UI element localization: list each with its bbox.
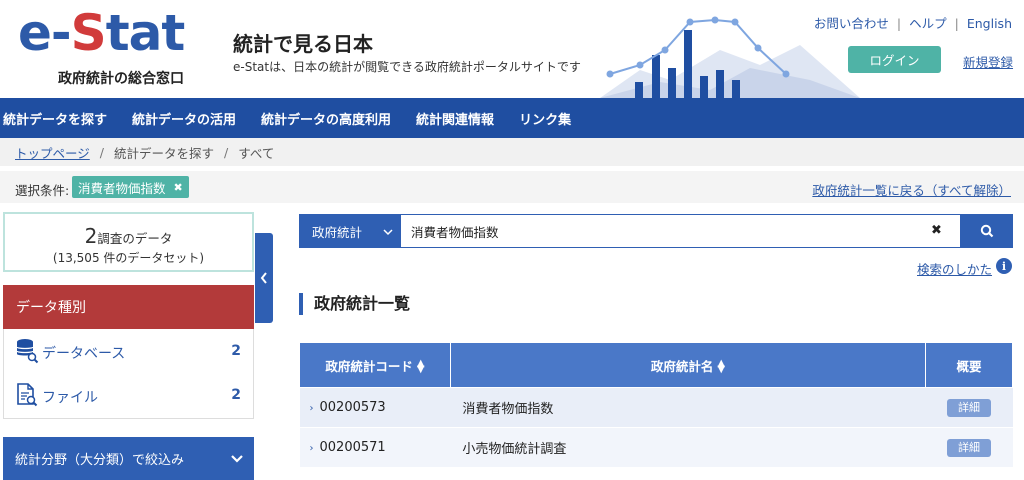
breadcrumb: トップページ / 統計データを探す / すべて xyxy=(0,138,1024,166)
logo-subtitle: 政府統計の総合窓口 xyxy=(58,71,184,87)
nav-item-related-info[interactable]: 統計関連情報 xyxy=(416,109,494,128)
search-howto-link[interactable]: 検索のしかた xyxy=(917,259,992,278)
condition-tag: 消費者物価指数 ✖ xyxy=(72,176,189,198)
field-filter-accordion[interactable]: 統計分野（大分類）で絞込み xyxy=(3,437,254,480)
site-title: 統計で見る日本 xyxy=(233,32,373,56)
detail-button[interactable]: 詳細 xyxy=(947,438,992,457)
condition-tag-label: 消費者物価指数 xyxy=(78,180,166,196)
expand-row-icon[interactable]: › xyxy=(310,443,314,454)
result-summary: 2調査のデータ (13,505 件のデータセット) xyxy=(3,212,254,272)
data-type-label: ファイル xyxy=(42,390,98,406)
column-header-summary: 概要 xyxy=(925,342,1013,388)
login-button[interactable]: ログイン xyxy=(848,46,941,73)
column-header-code[interactable]: 政府統計コード ▲ ▼ xyxy=(299,342,451,388)
search-category-select[interactable]: 政府統計 xyxy=(300,215,401,247)
database-icon xyxy=(16,339,39,364)
data-type-count: 2 xyxy=(231,343,241,359)
dataset-count: (13,505 件のデータセット) xyxy=(52,251,205,265)
help-link[interactable]: ヘルプ xyxy=(909,16,947,31)
selected-conditions-bar: 選択条件: 消費者物価指数 ✖ 政府統計一覧に戻る（すべて解除） xyxy=(0,171,1024,203)
breadcrumb-current: すべて xyxy=(238,145,275,161)
file-icon xyxy=(17,383,38,407)
search-bar: 政府統計 ✖ xyxy=(299,214,1013,248)
chevron-down-icon xyxy=(231,455,243,463)
table-row[interactable]: › 00200573 消費者物価指数 詳細 xyxy=(299,387,1013,428)
column-header-name[interactable]: 政府統計名 ▲ ▼ xyxy=(449,342,927,388)
nav-item-advanced-use[interactable]: 統計データの高度利用 xyxy=(261,109,391,128)
table-row[interactable]: › 00200571 小売物価統計調査 詳細 xyxy=(299,427,1013,468)
search-category-value: 政府統計 xyxy=(312,224,363,240)
main-nav: 統計データを探す 統計データの活用 統計データの高度利用 統計関連情報 リンク集 xyxy=(0,98,1024,138)
register-link[interactable]: 新規登録 xyxy=(963,52,1013,71)
stat-name[interactable]: 小売物価統計調査 xyxy=(450,427,926,468)
expand-row-icon[interactable]: › xyxy=(310,403,314,414)
site-header: e-Stat 政府統計の総合窓口 統計で見る日本 e-Statは、日本の統計が閲… xyxy=(0,0,1024,98)
conditions-label: 選択条件: xyxy=(15,183,70,198)
stat-name[interactable]: 消費者物価指数 xyxy=(450,387,926,428)
clear-search-icon[interactable]: ✖ xyxy=(931,223,942,238)
stat-code: 00200571 xyxy=(319,440,386,455)
estat-logo[interactable]: e-Stat xyxy=(18,4,185,62)
search-button[interactable] xyxy=(960,215,1013,247)
link-separator: | xyxy=(954,16,959,31)
chevron-left-icon xyxy=(260,272,267,284)
nav-item-search-data[interactable]: 統計データを探す xyxy=(3,109,107,128)
field-filter-label: 統計分野（大分類）で絞込み xyxy=(15,453,185,468)
collapse-sidebar-button[interactable] xyxy=(255,233,273,323)
chevron-down-icon xyxy=(383,229,393,236)
breadcrumb-search: 統計データを探す xyxy=(113,145,214,161)
info-icon[interactable]: i xyxy=(996,258,1012,274)
sort-icon: ▲ ▼ xyxy=(416,358,425,375)
data-type-list: データベース 2 ファイル 2 xyxy=(3,329,254,419)
english-link[interactable]: English xyxy=(967,16,1012,31)
sort-icon: ▲ ▼ xyxy=(717,358,726,375)
data-type-label: データベース xyxy=(42,346,126,362)
data-type-file[interactable]: ファイル 2 xyxy=(4,373,253,417)
stat-code: 00200573 xyxy=(319,400,386,415)
breadcrumb-separator: / xyxy=(99,144,104,160)
search-icon xyxy=(980,224,993,238)
link-separator: | xyxy=(896,16,902,31)
top-links: お問い合わせ | ヘルプ | English xyxy=(814,13,1012,32)
section-title: 政府統計一覧 xyxy=(299,293,410,315)
contact-link[interactable]: お問い合わせ xyxy=(814,16,889,31)
statistics-table: 政府統計コード ▲ ▼ 政府統計名 ▲ ▼ 概要 › 00200573 消費者物価指数 詳… xyxy=(299,342,1013,468)
data-type-heading: データ種別 xyxy=(3,285,254,329)
search-input[interactable] xyxy=(401,215,957,247)
detail-button[interactable]: 詳細 xyxy=(947,398,992,417)
survey-count: 2 xyxy=(84,224,98,248)
data-type-count: 2 xyxy=(231,387,241,403)
breadcrumb-top[interactable]: トップページ xyxy=(15,143,90,162)
survey-count-suffix: 調査のデータ xyxy=(97,231,173,246)
data-type-database[interactable]: データベース 2 xyxy=(4,329,253,373)
site-description: e-Statは、日本の統計が閲覧できる政府統計ポータルサイトです xyxy=(233,60,581,74)
breadcrumb-separator: / xyxy=(224,144,229,160)
back-to-list-link[interactable]: 政府統計一覧に戻る（すべて解除） xyxy=(812,180,1011,199)
nav-item-links[interactable]: リンク集 xyxy=(519,109,571,128)
remove-condition-icon[interactable]: ✖ xyxy=(174,181,183,194)
nav-item-use-data[interactable]: 統計データの活用 xyxy=(132,109,236,128)
